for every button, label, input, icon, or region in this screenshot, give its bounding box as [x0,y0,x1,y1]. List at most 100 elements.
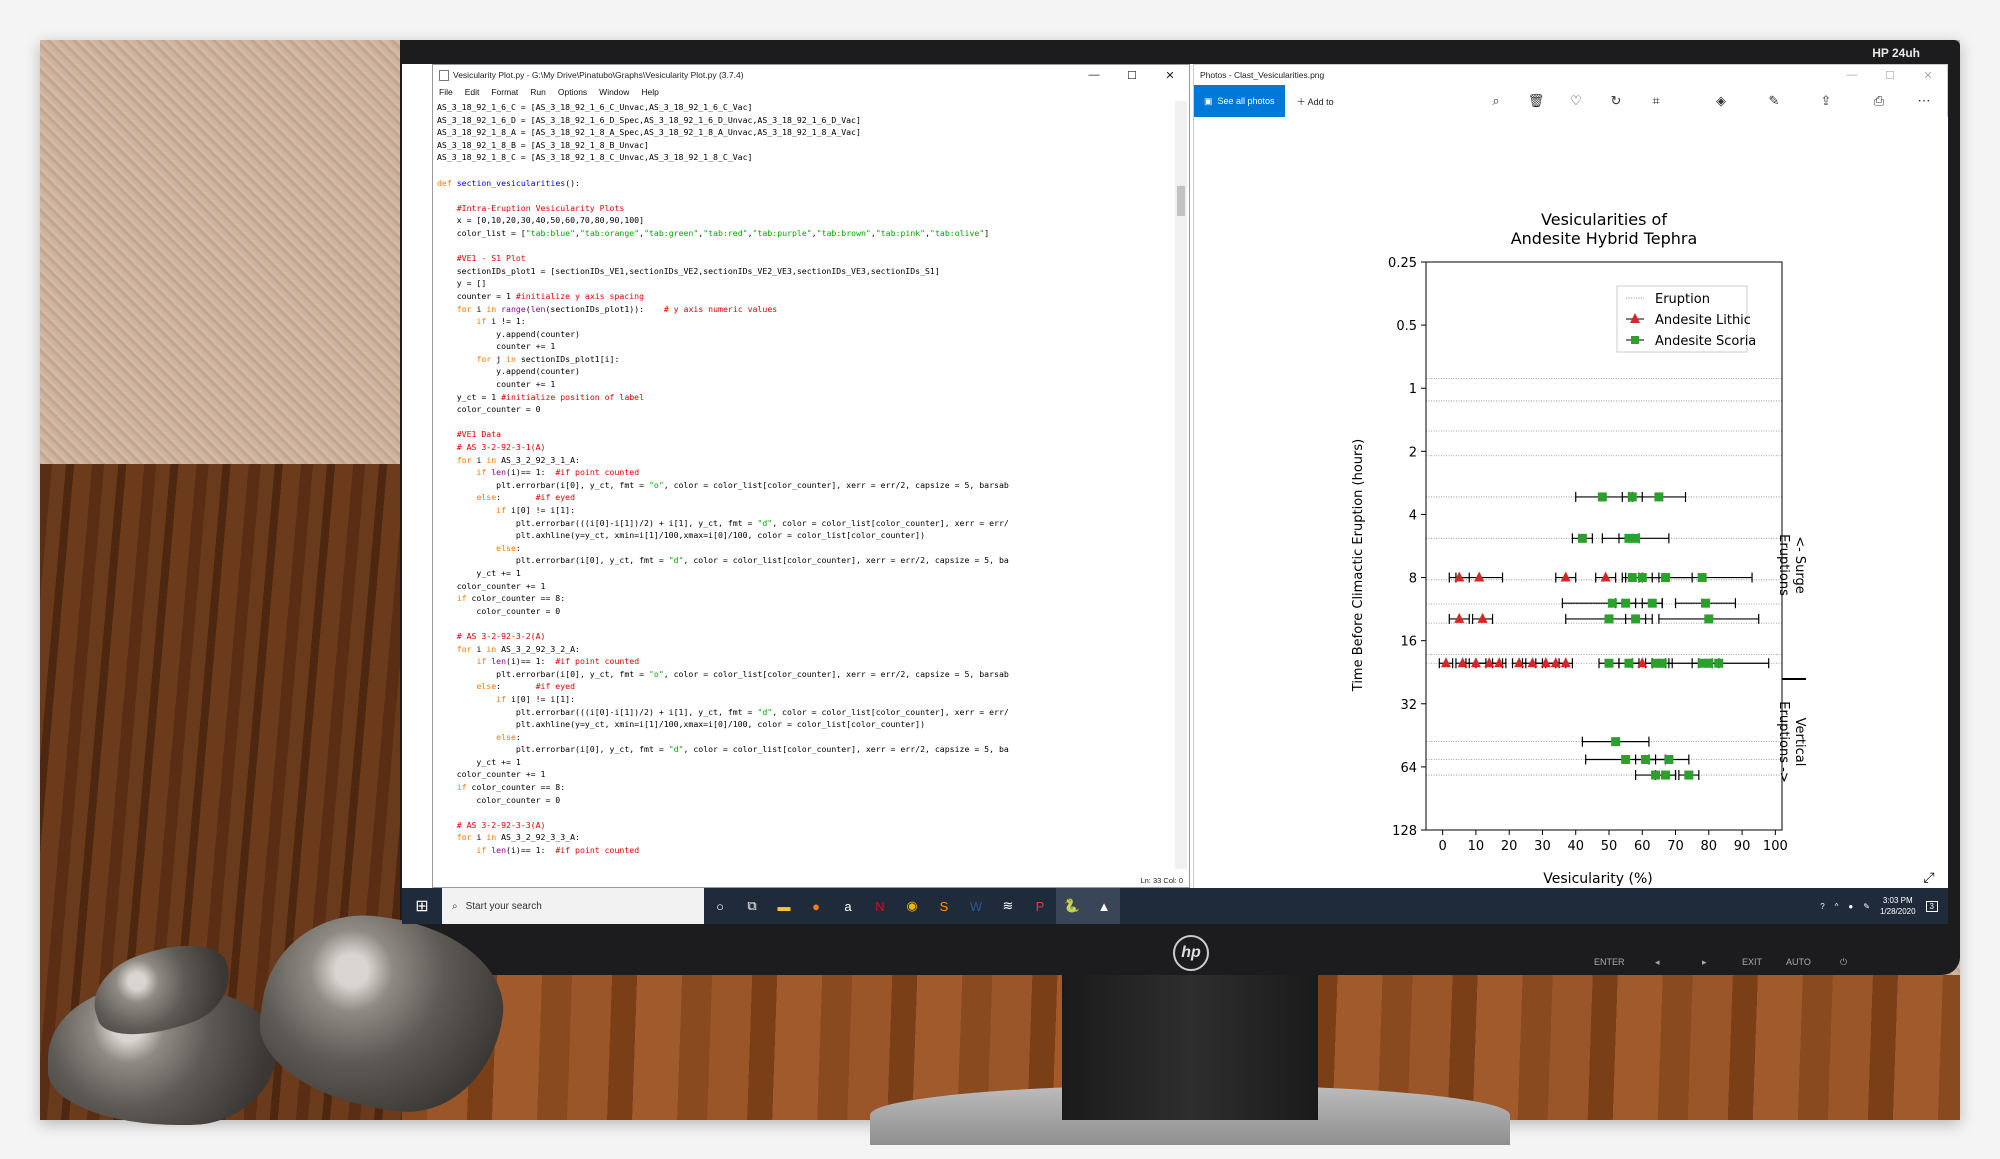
x-tick-label: 100 [1763,839,1788,854]
notification-icon[interactable]: 3 [1925,900,1938,912]
error-bars [1438,491,1770,781]
scoria-marker [1654,492,1664,502]
code-line: else: #if eyed [476,681,576,692]
close-icon[interactable]: ✕ [1909,69,1947,82]
chevron-up-icon[interactable]: ^ [1835,902,1839,911]
see-all-photos-button[interactable]: ▣ See all photos [1194,85,1285,117]
expand-icon[interactable]: ⤢ [1923,869,1934,885]
network-icon[interactable]: ● [1848,902,1853,911]
code-line: if len(i)== 1: #if point counted [476,845,640,856]
app-icon[interactable]: ≋ [992,888,1024,924]
legend-eruption: Eruption [1655,292,1710,307]
enhance-icon[interactable]: ◈ [1711,93,1731,109]
code-line: # AS 3-2-92-3-3(A) [456,819,546,830]
amazon-icon[interactable]: a [832,888,864,924]
y-tick-label: 32 [1400,698,1417,713]
scoria-marker [1704,614,1714,624]
code-line: if i != 1: [476,316,526,327]
favorite-icon[interactable]: ♡ [1566,93,1586,109]
photo-viewer[interactable]: 0 10 20 30 40 50 60 70 80 90 100 0.25 0.5 1 2 4 8 16 32 64… [1194,117,1948,889]
code-line: plt.errorbar(i[0], y_ct, fmt = "d", colo… [437,555,1009,566]
scoria-marker [1637,573,1647,583]
netflix-icon[interactable]: N [864,888,896,924]
code-line: #Intra-Eruption Vesicularity Plots [456,202,625,213]
help-icon[interactable]: ? [1820,902,1824,911]
minimize-icon[interactable]: — [1075,69,1113,81]
delete-icon[interactable]: 🗑 [1526,93,1546,109]
share-icon[interactable]: ⇪ [1816,93,1836,109]
y-tick-label: 0.5 [1396,319,1417,334]
task-view-icon[interactable]: ⧉ [736,888,768,924]
monitor-button-power[interactable]: ⏻ [1840,957,1847,968]
monitor-button-auto[interactable]: AUTO [1786,957,1811,967]
x-tick-label: 70 [1667,839,1684,854]
code-line: plt.errorbar(i[0], y_ct, fmt = "d", colo… [437,744,1009,755]
crop-icon[interactable]: ⌗ [1646,93,1666,109]
edit-icon[interactable]: ✎ [1764,93,1784,109]
code-line: plt.errorbar(i[0], y_ct, fmt = "o", colo… [437,668,1009,679]
data-markers [1440,492,1724,780]
menu-options[interactable]: Options [558,87,587,97]
code-line: plt.axhline(y=y_ct, xmin=i[1]/100,xmax=i… [437,719,925,730]
x-tick-label: 10 [1468,839,1485,854]
menu-edit[interactable]: Edit [465,87,480,97]
rotate-icon[interactable]: ↻ [1606,93,1626,109]
scoria-marker [1704,658,1714,668]
code-editor[interactable]: AS_3_18_92_1_6_C = [AS_3_18_92_1_6_C_Unv… [437,101,1171,865]
minimize-icon[interactable]: — [1833,69,1871,81]
sublime-icon[interactable]: S [928,888,960,924]
print-icon[interactable]: ⎙ [1869,93,1889,109]
powerpoint-icon[interactable]: P [1024,888,1056,924]
lithic-marker [1600,571,1611,582]
more-icon[interactable]: ⋯ [1914,93,1934,109]
idle-titlebar[interactable]: Vesicularity Plot.py - G:\My Drive\Pinat… [433,65,1189,85]
close-icon[interactable]: ✕ [1151,69,1189,82]
cortana-icon[interactable]: ○ [704,888,736,924]
maximize-icon[interactable]: ☐ [1871,69,1909,82]
scoria-marker [1651,770,1661,780]
scoria-marker [1604,658,1614,668]
windows-start-icon[interactable]: ⊞ [402,896,442,916]
zoom-icon[interactable]: ⌕ [1486,93,1506,109]
idle-editor-window: Vesicularity Plot.py - G:\My Drive\Pinat… [432,64,1190,888]
python-idle-icon[interactable]: 🐍 [1056,888,1088,924]
lithic-marker [1560,657,1571,668]
scoria-marker [1631,614,1641,624]
monitor-button-enter[interactable]: ENTER [1594,957,1625,967]
scoria-marker [1577,533,1587,543]
monitor-button-right[interactable]: ▸ [1702,957,1707,968]
pen-icon[interactable]: ✎ [1863,902,1870,911]
firefox-icon[interactable]: ● [800,888,832,924]
idle-menubar: File Edit Format Run Options Window Help [433,85,1189,99]
menu-help[interactable]: Help [641,87,658,97]
code-line: else: [496,731,521,742]
add-to-button[interactable]: ＋ Add to [1285,95,1334,108]
scoria-marker [1624,658,1634,668]
taskbar-search[interactable]: ⌕ Start your search [442,888,704,924]
x-tick-label: 60 [1634,839,1651,854]
chrome-icon[interactable]: ◉ [896,888,928,924]
monitor-button-left[interactable]: ◂ [1655,957,1660,968]
code-line: for j in sectionIDs_plot1[i]: [476,353,620,364]
scoria-marker [1700,598,1710,608]
code-line: AS_3_18_92_1_8_C = [AS_3_18_92_1_8_C_Unv… [437,152,753,163]
scrollbar-thumb[interactable] [1177,186,1185,216]
editor-scrollbar[interactable] [1175,101,1187,869]
maximize-icon[interactable]: ☐ [1113,69,1151,82]
code-line: if len(i)== 1: #if point counted [476,656,640,667]
menu-format[interactable]: Format [491,87,518,97]
menu-window[interactable]: Window [599,87,629,97]
code-line: AS_3_18_92_1_6_D = [AS_3_18_92_1_6_D_Spe… [437,114,861,125]
photos-app-icon[interactable]: ▲ [1088,888,1120,924]
menu-run[interactable]: Run [530,87,546,97]
x-tick-label: 50 [1601,839,1618,854]
photos-titlebar[interactable]: Photos - Clast_Vesicularities.png — ☐ ✕ [1194,65,1947,85]
menu-file[interactable]: File [439,87,453,97]
file-explorer-icon[interactable]: ▬ [768,888,800,924]
code-line: if color_counter == 8: [456,593,566,604]
see-all-label: See all photos [1217,96,1275,106]
word-icon[interactable]: W [960,888,992,924]
code-line: for i in range(len(sectionIDs_plot1)): #… [456,303,778,314]
clock[interactable]: 3:03 PM 1/28/2020 [1880,895,1916,917]
monitor-button-exit[interactable]: EXIT [1742,957,1762,967]
